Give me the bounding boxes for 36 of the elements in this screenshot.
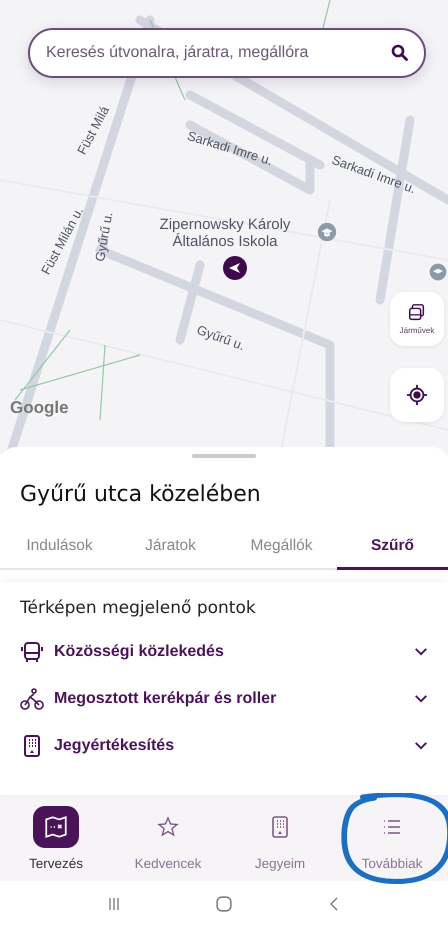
drag-handle[interactable] [192, 454, 256, 458]
home-icon[interactable] [216, 896, 232, 912]
filter-row[interactable]: Megosztott kerékpár és roller [20, 675, 428, 722]
tab[interactable]: Járatok [115, 531, 226, 570]
nav-item[interactable]: Továbbiak [336, 795, 448, 881]
nav-item[interactable]: Kedvencek [112, 795, 224, 881]
tab[interactable]: Szűrő [337, 531, 448, 570]
nav-item[interactable]: Tervezés [0, 795, 112, 881]
location-marker-icon [222, 255, 248, 281]
street-label: Sarkadi Imre u. [186, 128, 274, 168]
sheet-title: Gyűrű utca közelében [20, 482, 262, 507]
recent-apps-icon[interactable] [107, 897, 122, 911]
search-input[interactable]: Keresés útvonalra, járatra, megállóra [44, 43, 390, 63]
street-label: Füst Milá [74, 103, 112, 158]
tab[interactable]: Indulások [4, 531, 115, 570]
filter-row[interactable]: Közösségi közlekedés [20, 628, 428, 675]
nav-item[interactable]: Jegyeim [224, 795, 336, 881]
place-label: Zipernowsky Károly Általános Iskola [158, 216, 292, 250]
search-field[interactable]: Keresés útvonalra, járatra, megállóra [28, 28, 426, 78]
filter-row[interactable]: Jegyértékesítés [20, 722, 428, 769]
search-icon[interactable] [390, 43, 410, 63]
street-label: Gyűrű u. [92, 210, 116, 263]
street-label: Gyűrű u. [194, 322, 247, 354]
tab[interactable]: Megállók [226, 531, 337, 570]
cyclist-icon [20, 686, 44, 710]
bus-icon [20, 640, 44, 664]
map-attribution-logo: Google [10, 398, 69, 418]
section-title: Térképen megjelenő pontok [20, 598, 257, 618]
my-location-button[interactable] [390, 368, 444, 422]
vehicles-icon [407, 303, 427, 323]
star-icon [156, 814, 180, 838]
street-label: Füst Milán u. [38, 204, 86, 278]
school-pin-icon [316, 221, 338, 243]
map-icon [43, 814, 69, 840]
my-location-icon [406, 384, 428, 406]
vehicles-button[interactable]: Járművek [390, 292, 444, 346]
